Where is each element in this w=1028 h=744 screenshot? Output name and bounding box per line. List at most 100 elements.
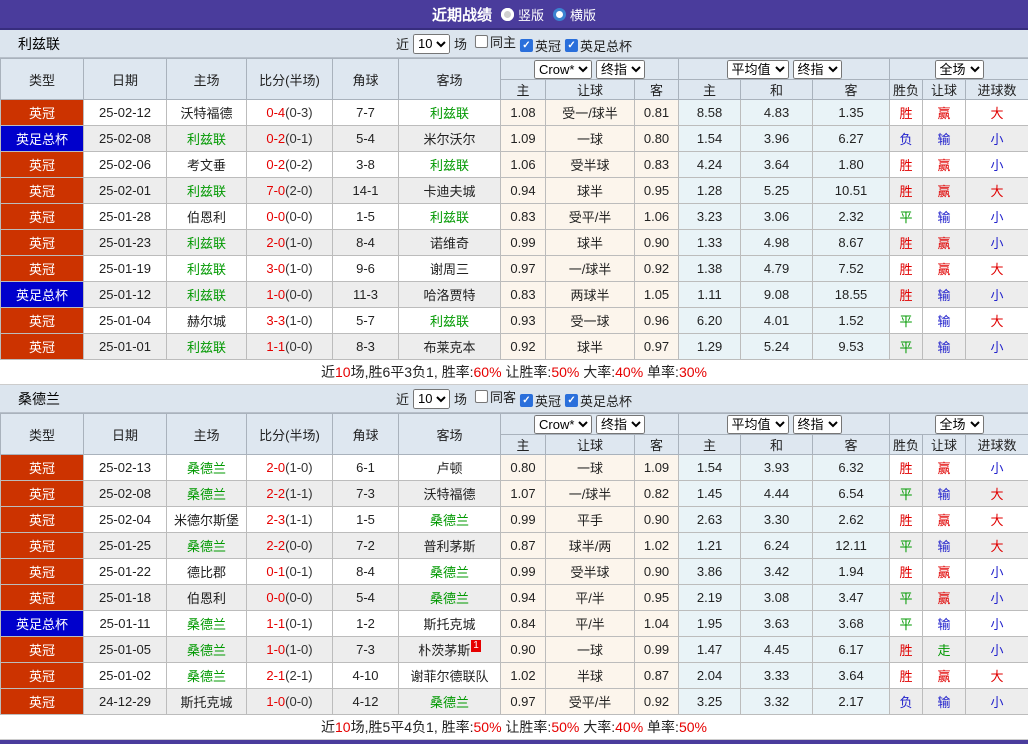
- league-badge: 英足总杯: [1, 126, 84, 152]
- halftime-score: (0-1): [285, 616, 312, 631]
- avg-draw-odds: 3.63: [741, 611, 813, 637]
- away-odds: 0.87: [635, 663, 679, 689]
- match-score: 2-2(1-1): [247, 481, 333, 507]
- result-handicap: 赢: [923, 507, 966, 533]
- away-odds: 0.96: [635, 308, 679, 334]
- home-odds: 0.97: [501, 256, 546, 282]
- radio-vertical-selected[interactable]: [501, 8, 514, 21]
- filter-checkbox[interactable]: ✓英足总杯: [565, 36, 632, 55]
- avg-draw-odds: 5.25: [741, 178, 813, 204]
- corner-count: 5-4: [333, 126, 399, 152]
- avg-away-odds: 6.54: [813, 481, 890, 507]
- fulltime-score: 2-2: [266, 486, 285, 501]
- avg-source-select[interactable]: 平均值: [727, 60, 789, 79]
- avg-stage-select[interactable]: 终指: [793, 415, 842, 434]
- handicap-line: 受半球: [546, 152, 635, 178]
- away-team: 桑德兰: [399, 585, 501, 611]
- odds-provider-select[interactable]: Crow*: [534, 415, 592, 434]
- checkbox-icon[interactable]: ✓: [565, 394, 578, 407]
- filter-checkbox[interactable]: ✓英冠: [520, 36, 561, 55]
- avg-draw-odds: 4.79: [741, 256, 813, 282]
- home-odds: 0.93: [501, 308, 546, 334]
- match-date: 25-01-11: [84, 611, 167, 637]
- match-row: 英冠25-01-18伯恩利0-0(0-0)5-4桑德兰0.94平/半0.952.…: [1, 585, 1028, 611]
- home-team: 桑德兰: [167, 455, 247, 481]
- scope-select[interactable]: 全场: [935, 415, 984, 434]
- match-count-select[interactable]: 10: [413, 389, 450, 409]
- page-header: 近期战绩 竖版 横版: [0, 0, 1028, 30]
- home-odds: 1.09: [501, 126, 546, 152]
- results-table: 类型 日期 主场 比分(半场) 角球 客场 Crow*终指 平均值终指 全场 主…: [0, 58, 1028, 360]
- home-odds: 1.07: [501, 481, 546, 507]
- checkbox-icon[interactable]: ✓: [565, 39, 578, 52]
- avg-away-odds: 9.53: [813, 334, 890, 360]
- filter-checkbox[interactable]: 同主: [475, 32, 516, 51]
- avg-stage-select[interactable]: 终指: [793, 60, 842, 79]
- scope-select[interactable]: 全场: [935, 60, 984, 79]
- near-label: 近: [396, 389, 409, 408]
- summary-text: 近: [321, 364, 335, 380]
- away-odds: 0.82: [635, 481, 679, 507]
- radio-horizontal-label[interactable]: 横版: [570, 5, 596, 24]
- home-odds: 0.94: [501, 178, 546, 204]
- avg-away-odds: 18.55: [813, 282, 890, 308]
- match-score: 0-2(0-2): [247, 152, 333, 178]
- fulltime-score: 2-3: [266, 512, 285, 527]
- avg-draw-odds: 4.98: [741, 230, 813, 256]
- corner-count: 5-7: [333, 308, 399, 334]
- match-row: 英冠25-01-28伯恩利0-0(0-0)1-5利兹联0.83受平/半1.063…: [1, 204, 1028, 230]
- corner-count: 6-1: [333, 455, 399, 481]
- odds-stage-select[interactable]: 终指: [596, 60, 645, 79]
- league-badge: 英足总杯: [1, 611, 84, 637]
- match-count-select[interactable]: 10: [413, 34, 450, 54]
- avg-source-select[interactable]: 平均值: [727, 415, 789, 434]
- away-odds: 0.95: [635, 585, 679, 611]
- halftime-score: (1-0): [285, 642, 312, 657]
- filter-checkbox[interactable]: ✓英足总杯: [565, 391, 632, 410]
- filter-checkbox[interactable]: 同客: [475, 387, 516, 406]
- avg-draw-odds: 3.93: [741, 455, 813, 481]
- home-odds: 0.83: [501, 282, 546, 308]
- handicap-line: 一/球半: [546, 256, 635, 282]
- checkbox-icon[interactable]: [475, 390, 488, 403]
- subheader-goals: 进球数: [966, 435, 1028, 455]
- home-team: 利兹联: [167, 282, 247, 308]
- result-wdl: 胜: [890, 663, 923, 689]
- result-handicap: 输: [923, 334, 966, 360]
- column-header-score: 比分(半场): [247, 414, 333, 455]
- away-team: 桑德兰: [399, 559, 501, 585]
- away-team: 卡迪夫城: [399, 178, 501, 204]
- radio-vertical-label[interactable]: 竖版: [518, 5, 544, 24]
- league-badge: 英冠: [1, 308, 84, 334]
- home-team: 利兹联: [167, 334, 247, 360]
- odds-stage-select[interactable]: 终指: [596, 415, 645, 434]
- avg-away-odds: 3.68: [813, 611, 890, 637]
- handicap-line: 球半/两: [546, 533, 635, 559]
- summary-text: 30%: [679, 364, 707, 380]
- result-handicap: 输: [923, 126, 966, 152]
- away-odds: 1.04: [635, 611, 679, 637]
- checkbox-icon[interactable]: ✓: [520, 394, 533, 407]
- fulltime-score: 7-0: [266, 183, 285, 198]
- odds-provider-select[interactable]: Crow*: [534, 60, 592, 79]
- checkbox-icon[interactable]: [475, 35, 488, 48]
- result-goals: 小: [966, 611, 1028, 637]
- away-team: 谢周三: [399, 256, 501, 282]
- filter-checkbox[interactable]: ✓英冠: [520, 391, 561, 410]
- result-handicap: 输: [923, 308, 966, 334]
- fulltime-score: 2-2: [266, 538, 285, 553]
- result-handicap: 赢: [923, 663, 966, 689]
- result-goals: 大: [966, 100, 1028, 126]
- avg-draw-odds: 6.24: [741, 533, 813, 559]
- fulltime-score: 0-4: [266, 105, 285, 120]
- halftime-score: (1-0): [285, 460, 312, 475]
- radio-horizontal[interactable]: [553, 8, 566, 21]
- team-section-sunderland: 桑德兰 近 10 场 同客✓英冠✓英足总杯 类型 日期 主场 比分(半场) 角球…: [0, 385, 1028, 740]
- checkbox-icon[interactable]: ✓: [520, 39, 533, 52]
- handicap-line: 球半: [546, 230, 635, 256]
- away-odds: 1.09: [635, 455, 679, 481]
- match-date: 25-01-28: [84, 204, 167, 230]
- match-date: 25-01-05: [84, 637, 167, 663]
- result-wdl: 胜: [890, 100, 923, 126]
- checkbox-label: 同主: [490, 32, 516, 51]
